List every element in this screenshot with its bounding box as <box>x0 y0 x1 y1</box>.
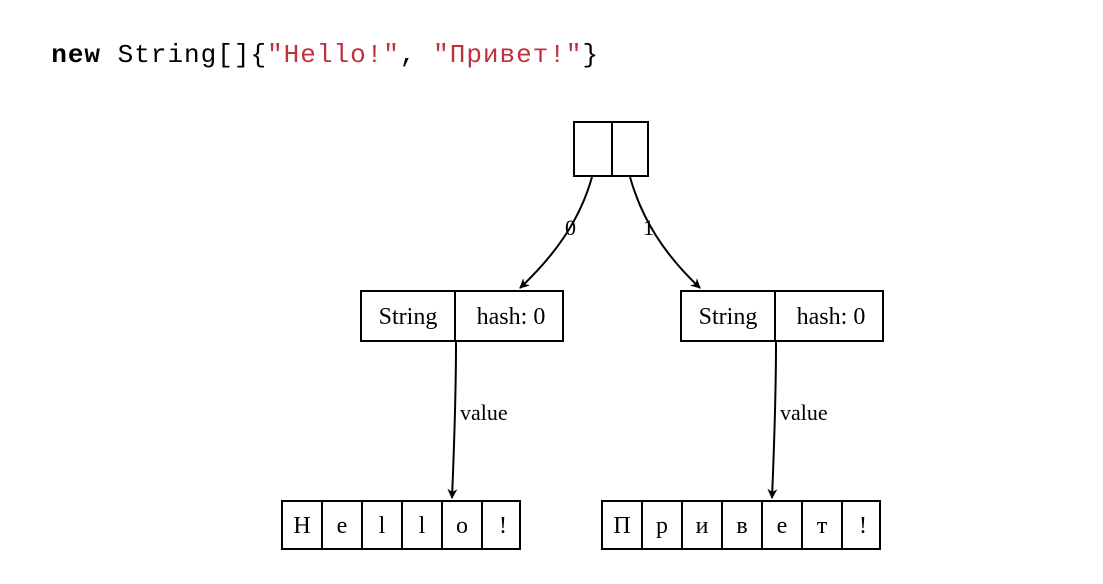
char-left-5: ! <box>483 502 523 550</box>
string-object-right-type: String <box>682 292 776 342</box>
char-left-2: l <box>363 502 403 550</box>
diagram-canvas: String hash: 0 String hash: 0 H e l l o … <box>0 0 1103 584</box>
char-left-3: l <box>403 502 443 550</box>
char-left-1: e <box>323 502 363 550</box>
char-right-4: е <box>763 502 803 550</box>
char-right-0: П <box>603 502 643 550</box>
char-left-0: H <box>283 502 323 550</box>
root-array-box <box>573 121 649 177</box>
root-array-cell-0 <box>575 123 613 177</box>
string-object-left-hash: hash: 0 <box>456 292 566 342</box>
edge-label-index-0: 0 <box>565 215 576 241</box>
char-right-1: р <box>643 502 683 550</box>
char-right-6: ! <box>843 502 883 550</box>
char-right-3: в <box>723 502 763 550</box>
char-left-4: o <box>443 502 483 550</box>
char-array-left: H e l l o ! <box>281 500 521 550</box>
string-object-right-hash: hash: 0 <box>776 292 886 342</box>
string-object-left: String hash: 0 <box>360 290 564 342</box>
edge-label-value-right: value <box>780 400 828 426</box>
edge-label-value-left: value <box>460 400 508 426</box>
char-right-5: т <box>803 502 843 550</box>
edge-label-index-1: 1 <box>643 215 654 241</box>
char-array-right: П р и в е т ! <box>601 500 881 550</box>
char-right-2: и <box>683 502 723 550</box>
string-object-right: String hash: 0 <box>680 290 884 342</box>
string-object-left-type: String <box>362 292 456 342</box>
root-array-cell-1 <box>613 123 651 177</box>
